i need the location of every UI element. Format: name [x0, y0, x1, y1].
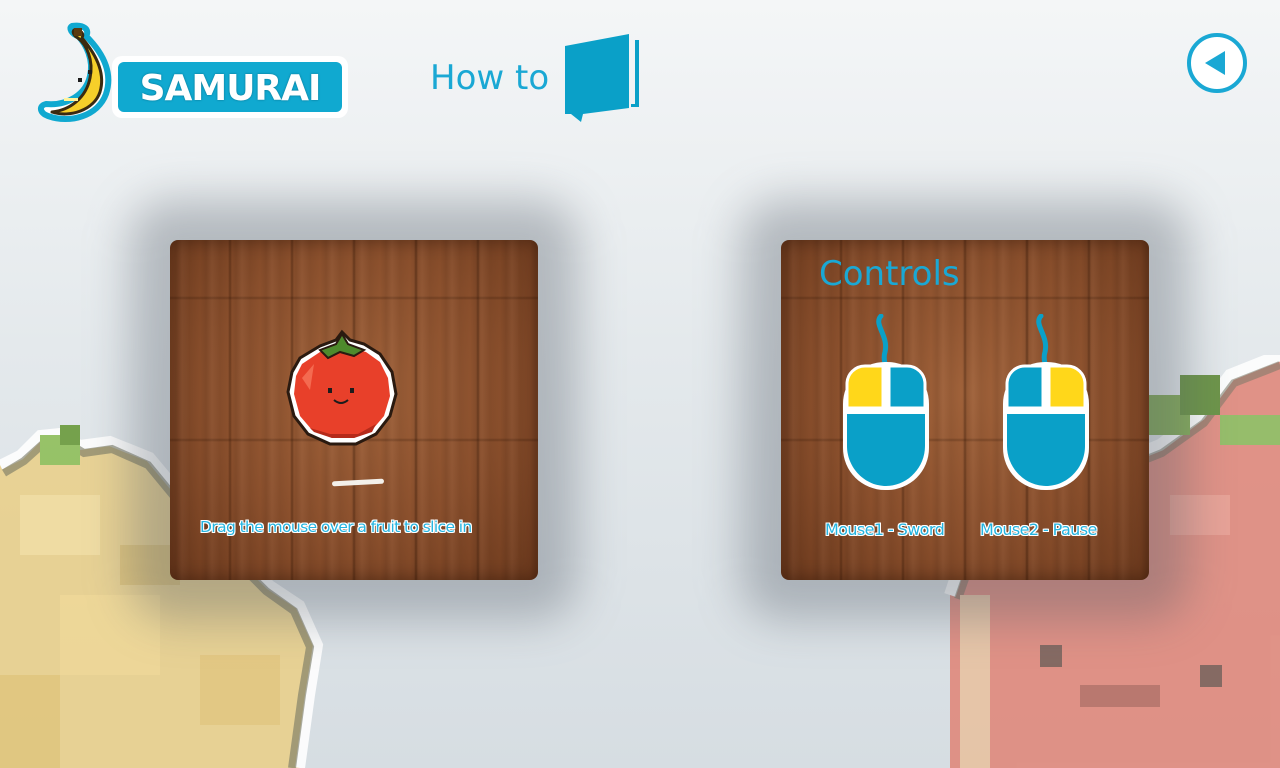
page-title: How to: [430, 58, 550, 98]
controls-panel: Controls Mouse1 - Sword Mouse2 - Pause: [781, 240, 1149, 580]
control-label-mouse1: Mouse1 - Sword: [825, 520, 945, 539]
back-button[interactable]: [1186, 32, 1248, 94]
mouse-right-click-icon: [1003, 314, 1089, 490]
logo-badge: SAMURAI: [112, 56, 348, 118]
book-icon: [565, 34, 639, 122]
slice-trail: [331, 478, 385, 487]
game-logo: SAMURAI: [34, 20, 348, 130]
instruction-text: Drag the mouse over a fruit to slice in: [200, 518, 472, 536]
logo-word: SAMURAI: [139, 68, 322, 109]
mouse-left-click-icon: [843, 314, 929, 490]
control-label-mouse2: Mouse2 - Pause: [980, 520, 1097, 539]
banana-icon: [38, 22, 112, 122]
controls-title: Controls: [819, 254, 960, 294]
tomato-icon: [286, 329, 398, 446]
instruction-panel: Drag the mouse over a fruit to slice in: [170, 240, 538, 580]
